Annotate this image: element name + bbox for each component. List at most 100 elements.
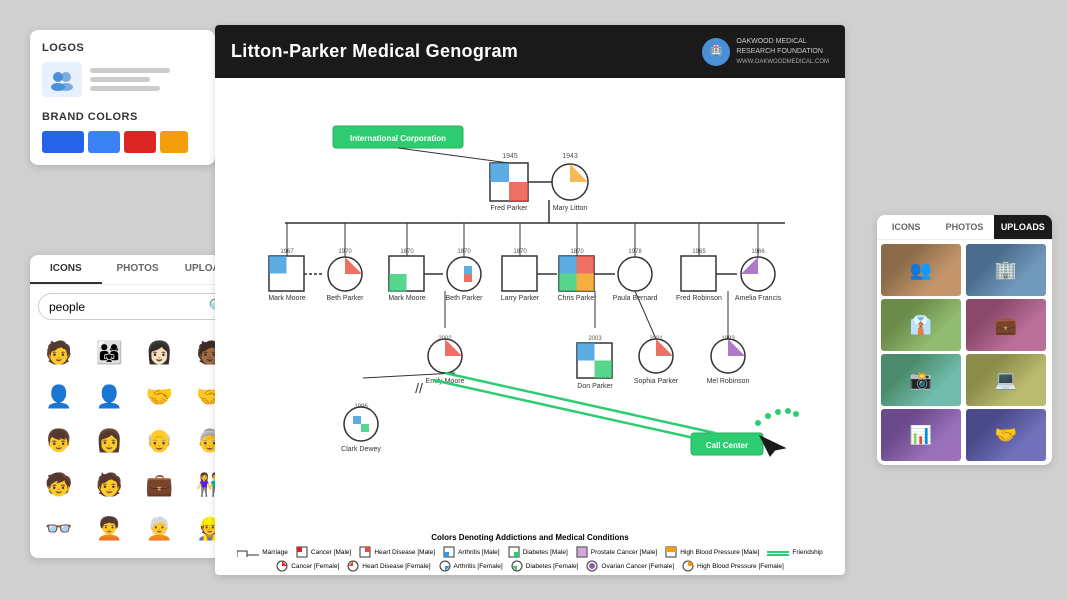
legend-arthritis-female: Arthritis [Female] (439, 560, 503, 572)
icon-item[interactable]: 🧑 (90, 466, 128, 504)
color-swatch-lightblue (88, 131, 120, 153)
legend-items: Marriage Cancer [Male] Heart Disease [Ma… (223, 546, 837, 572)
photo-thumb[interactable]: 👔 (881, 299, 961, 351)
legend-arthritis-male: Arthritis [Male] (443, 546, 500, 558)
logo-area (42, 62, 203, 97)
svg-text:Beth Parker: Beth Parker (446, 295, 484, 302)
photo-thumb[interactable]: 🏢 (966, 244, 1046, 296)
legend-ovarian-female: Ovarian Cancer [Female] (586, 560, 674, 572)
legend-area: Colors Denoting Addictions and Medical C… (215, 529, 845, 575)
logo-text-lines (90, 68, 170, 91)
genogram-title: Litton-Parker Medical Genogram (231, 41, 518, 62)
legend-hbp-male: High Blood Pressure [Male] (665, 546, 759, 558)
svg-text:Beth Parker: Beth Parker (327, 295, 365, 302)
svg-text:Mark Moore: Mark Moore (268, 295, 305, 302)
photo-thumb[interactable]: 👥 (881, 244, 961, 296)
icons-grid: 🧑 👨‍👩‍👧 👩🏻 🧑🏾 👤 👤 🤝 🤝 👦 👩 👴 👵 🧒 🧑 💼 👫 👓 … (30, 328, 245, 558)
svg-text:Paula Bernard: Paula Bernard (613, 295, 658, 302)
genogram-body: International Corporation 1945 1943 Fred… (215, 78, 845, 575)
svg-text://: // (415, 380, 423, 396)
legend-prostate-male: Prostate Cancer [Male] (576, 546, 657, 558)
photo-thumb[interactable]: 🤝 (966, 409, 1046, 461)
svg-text:Mark Moore: Mark Moore (388, 295, 425, 302)
svg-text:Don Parker: Don Parker (577, 383, 613, 390)
icon-item[interactable]: 👤 (90, 378, 128, 416)
right-tab-photos[interactable]: PHOTOS (935, 215, 993, 239)
legend-cancer-male: Cancer [Male] (296, 546, 351, 558)
right-panel: ICONS PHOTOS UPLOADS 👥 🏢 👔 💼 📸 💻 📊 🤝 (877, 215, 1052, 465)
svg-text:Chris Parker: Chris Parker (558, 295, 598, 302)
icon-item[interactable]: 👨‍👩‍👧 (90, 334, 128, 372)
icon-item[interactable]: 🧑 (40, 334, 78, 372)
icon-item[interactable]: 🧑‍🦱 (90, 510, 128, 548)
svg-text:1943: 1943 (562, 153, 578, 160)
icon-item[interactable]: 👩🏻 (141, 334, 179, 372)
legend-marriage: Marriage (237, 546, 288, 558)
photo-overlay: 💻 (966, 354, 1046, 406)
foundation-text: OAKWOOD MEDICALRESEARCH FOUNDATIONwww.oa… (736, 37, 829, 66)
icon-item[interactable]: 🤝 (141, 378, 179, 416)
foundation-logo: 🏥 OAKWOOD MEDICALRESEARCH FOUNDATIONwww.… (702, 37, 829, 66)
icon-item[interactable]: 👦 (40, 422, 78, 460)
search-bar: 🔍 (38, 293, 237, 320)
color-swatch-red (124, 131, 156, 153)
svg-text:Call Center: Call Center (706, 441, 748, 450)
panel-tabs: ICONS PHOTOS UPLOADS (30, 255, 245, 285)
legend-cancer-female: Cancer [Female] (276, 560, 339, 572)
svg-text:Clark Dewey: Clark Dewey (341, 446, 381, 453)
photo-thumb[interactable]: 💻 (966, 354, 1046, 406)
logo-icon (42, 62, 82, 97)
svg-text:Mel Robinson: Mel Robinson (707, 378, 750, 385)
foundation-icon: 🏥 (702, 38, 730, 66)
genogram-header: Litton-Parker Medical Genogram 🏥 OAKWOOD… (215, 25, 845, 78)
color-swatch-blue (42, 131, 84, 153)
svg-text:2003: 2003 (588, 336, 602, 342)
legend-heart-male: Heart Disease [Male] (359, 546, 435, 558)
right-tab-icons[interactable]: ICONS (877, 215, 935, 239)
icon-item[interactable]: 👩 (90, 422, 128, 460)
legend-hbp-female: High Blood Pressure [Female] (682, 560, 784, 572)
photo-thumb[interactable]: 📸 (881, 354, 961, 406)
search-input[interactable] (49, 300, 205, 314)
tab-icons[interactable]: ICONS (30, 255, 102, 284)
svg-text:Fred Robinson: Fred Robinson (676, 295, 722, 302)
photo-overlay: 📸 (881, 354, 961, 406)
brand-colors-label: BRAND COLORS (42, 111, 203, 123)
genogram-svg: International Corporation 1945 1943 Fred… (215, 78, 845, 538)
brand-colors-row (42, 131, 203, 153)
icon-item[interactable]: 🧑‍🦳 (141, 510, 179, 548)
svg-text:Sophia Parker: Sophia Parker (634, 378, 679, 385)
svg-text:Fred Parker: Fred Parker (491, 205, 529, 212)
legend-diabetes-male: Diabetes [Male] (508, 546, 568, 558)
photo-thumb[interactable]: 💼 (966, 299, 1046, 351)
logos-panel: LOGOS BRAND COLORS (30, 30, 215, 165)
legend-diabetes-female: Diabetes [Female] (511, 560, 579, 572)
tab-photos[interactable]: PHOTOS (102, 255, 174, 284)
legend-title: Colors Denoting Addictions and Medical C… (223, 533, 837, 542)
photo-overlay: 👔 (881, 299, 961, 351)
legend-friendship: Friendship (767, 546, 822, 558)
right-panel-tabs: ICONS PHOTOS UPLOADS (877, 215, 1052, 240)
main-genogram-area: Litton-Parker Medical Genogram 🏥 OAKWOOD… (215, 25, 845, 575)
icon-item[interactable]: 🧒 (40, 466, 78, 504)
photo-overlay: 💼 (966, 299, 1046, 351)
svg-text:Amelia Francis: Amelia Francis (735, 295, 782, 302)
svg-text:Larry Parker: Larry Parker (501, 295, 540, 302)
photo-overlay: 👥 (881, 244, 961, 296)
photo-overlay: 📊 (881, 409, 961, 461)
photo-overlay: 🤝 (966, 409, 1046, 461)
icon-item[interactable]: 👤 (40, 378, 78, 416)
svg-text:International Corporation: International Corporation (350, 134, 446, 143)
photo-overlay: 🏢 (966, 244, 1046, 296)
photo-thumb[interactable]: 📊 (881, 409, 961, 461)
icon-item[interactable]: 👴 (141, 422, 179, 460)
icon-item[interactable]: 💼 (141, 466, 179, 504)
icons-panel: ICONS PHOTOS UPLOADS 🔍 🧑 👨‍👩‍👧 👩🏻 🧑🏾 👤 👤… (30, 255, 245, 558)
logos-label: LOGOS (42, 42, 203, 54)
icon-item[interactable]: 👓 (40, 510, 78, 548)
legend-heart-female: Heart Disease [Female] (347, 560, 430, 572)
svg-text:1945: 1945 (502, 153, 518, 160)
svg-text:Mary Litton: Mary Litton (553, 205, 588, 212)
right-tab-uploads[interactable]: UPLOADS (994, 215, 1052, 239)
photos-grid: 👥 🏢 👔 💼 📸 💻 📊 🤝 (877, 240, 1052, 465)
